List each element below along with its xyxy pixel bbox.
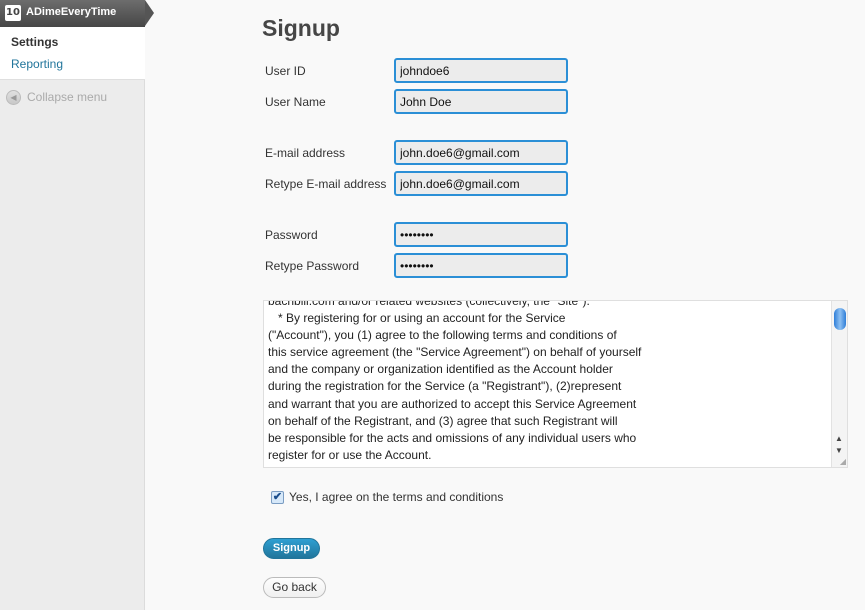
retype-password-label: Retype Password bbox=[265, 259, 360, 273]
page-title: Signup bbox=[262, 15, 340, 41]
collapse-menu-label: Collapse menu bbox=[27, 90, 108, 104]
retype-email-label: Retype E-mail address bbox=[265, 177, 387, 191]
agree-terms-row[interactable]: ✔ Yes, I agree on the terms and conditio… bbox=[271, 488, 503, 506]
email-label: E-mail address bbox=[265, 146, 346, 160]
retype-email-input[interactable] bbox=[394, 171, 568, 196]
agree-label: Yes, I agree on the terms and conditions bbox=[289, 490, 504, 504]
adime-logo-icon: 10 bbox=[5, 5, 21, 21]
agree-checkbox[interactable]: ✔ bbox=[271, 490, 284, 504]
password-input[interactable] bbox=[394, 222, 568, 247]
plugin-submenu: Settings Reporting bbox=[0, 27, 145, 80]
go-back-button[interactable]: Go back bbox=[263, 577, 326, 598]
plugin-menu-header[interactable]: 10 ADimeEveryTime bbox=[0, 0, 154, 27]
user-name-label: User Name bbox=[265, 95, 326, 109]
user-id-input[interactable] bbox=[394, 58, 568, 83]
scrollbar-thumb[interactable] bbox=[834, 308, 846, 330]
email-input[interactable] bbox=[394, 140, 568, 165]
plugin-title: ADimeEveryTime bbox=[26, 6, 117, 18]
resize-grip-icon[interactable]: ◢ bbox=[840, 458, 846, 466]
terms-text: bachbill.com and/or related websites (co… bbox=[268, 300, 642, 462]
terms-scrollbar[interactable]: ▲ ▼ bbox=[831, 301, 847, 467]
password-label: Password bbox=[265, 228, 318, 242]
scroll-up-arrow-icon[interactable]: ▲ bbox=[835, 434, 843, 444]
signup-button[interactable]: Signup bbox=[263, 538, 320, 559]
sidebar-item-reporting[interactable]: Reporting bbox=[11, 57, 63, 71]
collapse-menu-button[interactable]: ◀ Collapse menu bbox=[6, 89, 107, 105]
sidebar-item-settings[interactable]: Settings bbox=[11, 35, 58, 49]
collapse-arrow-icon: ◀ bbox=[6, 89, 21, 105]
retype-password-input[interactable] bbox=[394, 253, 568, 278]
admin-sidebar: 10 ADimeEveryTime Settings Reporting ◀ C… bbox=[0, 0, 154, 610]
scroll-down-arrow-icon[interactable]: ▼ bbox=[835, 446, 843, 456]
terms-textarea[interactable]: bachbill.com and/or related websites (co… bbox=[263, 300, 848, 468]
user-id-label: User ID bbox=[265, 64, 306, 78]
user-name-input[interactable] bbox=[394, 89, 568, 114]
